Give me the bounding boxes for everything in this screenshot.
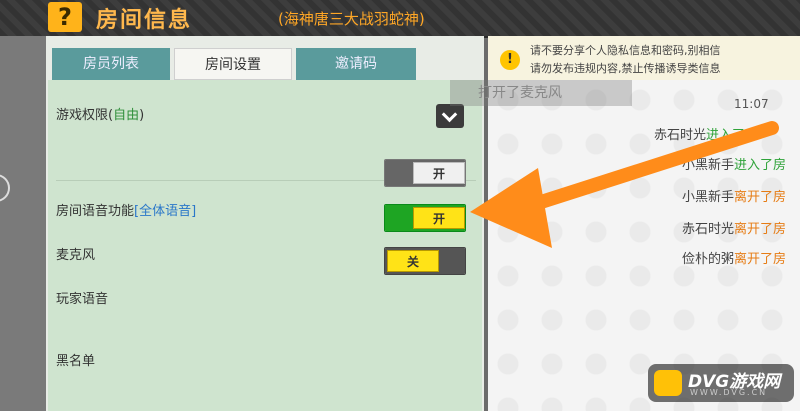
chat-user: 赤石时光: [654, 128, 707, 143]
toggle-knob: 开: [413, 162, 465, 184]
warning-banner: ! 请不要分享个人隐私信息和密码,别相信 请勿发布违规内容,禁止传播诱导类信息: [488, 36, 800, 80]
room-name: (海神唐三大战羽蛇神): [278, 10, 425, 28]
chat-action: 进入了房: [706, 128, 759, 143]
toggle-knob: 关: [387, 250, 439, 272]
game-permission-value: 自由: [113, 108, 140, 123]
tab-room-settings[interactable]: 房间设置: [174, 48, 292, 80]
room-info-title: 房间信息: [96, 8, 193, 33]
chat-user: 赤石时光: [682, 222, 735, 237]
room-voice-mode-link[interactable]: [全体语音]: [134, 204, 196, 219]
chat-action: 离开了房: [734, 252, 787, 267]
warning-line-1: 请不要分享个人隐私信息和密码,别相信: [530, 44, 721, 57]
room-voice-label: 房间语音功能: [56, 204, 135, 219]
chat-message: 赤石时光进入了房: [654, 124, 758, 143]
permission-dropdown-chevron-icon[interactable]: [436, 104, 464, 128]
title-bar: ? 房间信息 (海神唐三大战羽蛇神): [0, 0, 800, 38]
mic-on-toast: 打开了麦克风: [450, 80, 632, 106]
chat-message: 俭朴的粥离开了房: [682, 248, 786, 267]
mic-label: 麦克风: [56, 248, 96, 263]
blacklist-label[interactable]: 黑名单: [56, 350, 95, 369]
chat-user: 俭朴的粥: [682, 252, 735, 267]
warning-line-2: 请勿发布违规内容,禁止传播诱导类信息: [530, 62, 721, 75]
chat-message: 赤石时光离开了房: [682, 218, 786, 237]
game-permission-close: ): [139, 108, 145, 123]
chat-user: 小黑新手: [682, 158, 735, 173]
tab-member-list[interactable]: 房员列表: [52, 48, 170, 80]
chat-user: 小黑新手: [682, 190, 735, 205]
watermark-url: WWW.DVG.CN: [690, 388, 768, 397]
game-permission-row: 游戏权限(自由): [56, 104, 144, 123]
warning-icon: !: [500, 50, 520, 70]
settings-content: 游戏权限(自由) 房间语音功能[全体语音] 麦克风 玩家语音 黑名单: [48, 80, 482, 411]
player-voice-label: 玩家语音: [56, 292, 109, 307]
gamepad-icon: [654, 370, 682, 396]
chat-message: 小黑新手离开了房: [682, 186, 786, 205]
left-edge-strip: [0, 36, 46, 411]
tab-invite-code[interactable]: 邀请码: [296, 48, 416, 80]
chat-action: 进入了房: [734, 158, 787, 173]
back-handle-icon[interactable]: [0, 174, 10, 202]
chat-message: 小黑新手进入了房: [682, 154, 786, 173]
settings-panel: 房员列表 房间设置 邀请码 游戏权限(自由) 房间语音功能[全体语音] 麦克风 …: [46, 36, 484, 411]
player-voice-toggle[interactable]: 关: [384, 247, 466, 275]
mic-toggle[interactable]: 开: [384, 204, 466, 232]
toggle-knob: 开: [413, 207, 465, 229]
help-icon[interactable]: ?: [48, 2, 82, 32]
chat-action: 离开了房: [734, 222, 787, 237]
room-voice-toggle[interactable]: 开: [384, 159, 466, 187]
chat-timestamp: 11:07: [734, 97, 769, 111]
chat-action: 离开了房: [734, 190, 787, 205]
room-voice-row: 房间语音功能[全体语音]: [56, 200, 196, 219]
watermark-logo: DVG游戏网 WWW.DVG.CN: [648, 364, 794, 402]
game-permission-label: 游戏权限(: [56, 108, 114, 123]
